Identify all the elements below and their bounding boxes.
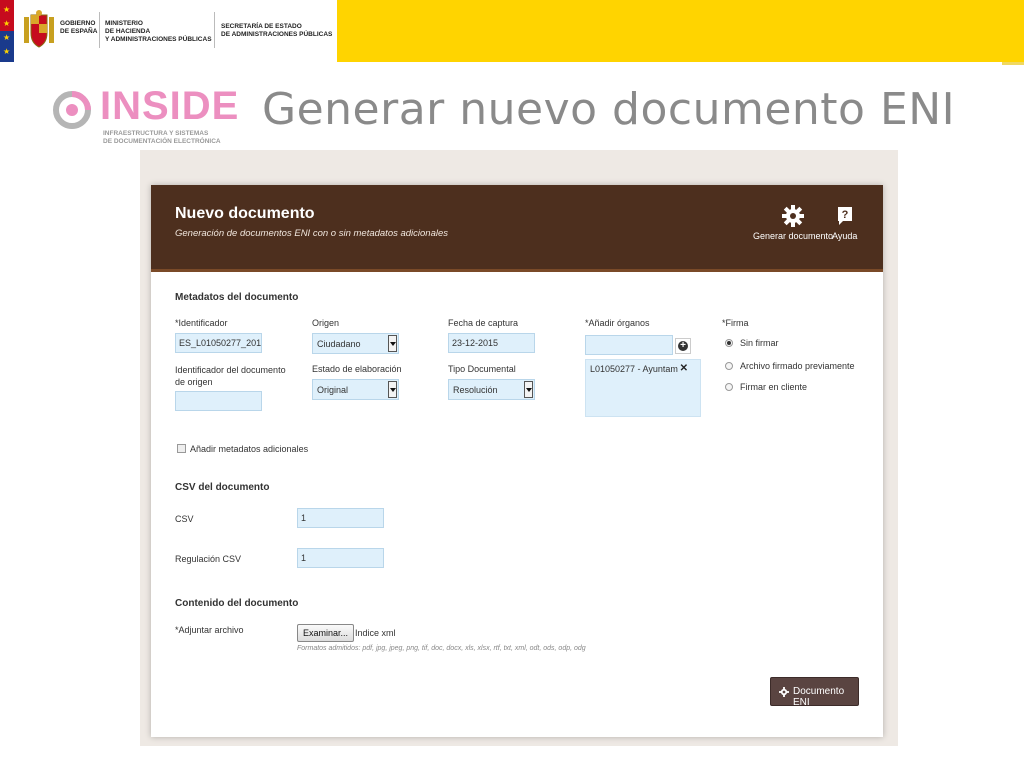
- csv-label: CSV: [175, 514, 194, 524]
- origin-document-id-input[interactable]: [175, 391, 262, 411]
- csv-input[interactable]: 1: [297, 508, 384, 528]
- gov-logo-block: ★ ★ ★ ★ GOBIERNO DE ESPAÑA MINISTERIO DE HA…: [0, 0, 337, 62]
- document-type-value: Resolución: [453, 385, 498, 395]
- radio-unsigned-label: Sin firmar: [740, 338, 779, 348]
- add-organs-label: *Añadir órganos: [585, 318, 650, 328]
- elaboration-state-label: Estado de elaboración: [312, 364, 402, 374]
- new-document-panel: Nuevo documento Generación de documentos…: [151, 185, 883, 737]
- panel-title: Nuevo documento: [175, 205, 315, 222]
- identifier-label: *Identificador: [175, 318, 228, 328]
- chevron-down-icon: [388, 381, 397, 398]
- generate-document-label: Generar documento: [753, 231, 834, 241]
- add-organ-button[interactable]: +: [675, 338, 691, 354]
- content-section-title: Contenido del documento: [175, 598, 299, 609]
- origin-document-id-label: Identificador del documento de origen: [175, 365, 286, 387]
- divider: [99, 12, 100, 48]
- chevron-down-icon: [524, 381, 533, 398]
- ministry-line1: MINISTERIO: [105, 20, 143, 27]
- help-icon: ?: [837, 207, 852, 225]
- help-label: Ayuda: [832, 231, 858, 241]
- radio-client-sign-label: Firmar en cliente: [740, 382, 808, 392]
- panel-header: Nuevo documento Generación de documentos…: [151, 185, 883, 272]
- gov-line2: DE ESPAÑA: [60, 28, 98, 35]
- divider: [214, 12, 215, 48]
- attach-file-label: *Adjuntar archivo: [175, 625, 244, 635]
- remove-organ-icon[interactable]: ✕: [680, 363, 688, 374]
- secretary-line2: DE ADMINISTRACIONES PÚBLICAS: [221, 31, 333, 38]
- csv-regulation-label: Regulación CSV: [175, 554, 242, 564]
- origin-label: Origen: [312, 318, 340, 328]
- generate-eni-label: Documento ENI: [793, 686, 845, 708]
- document-type-label: Tipo Documental: [448, 364, 516, 374]
- origin-value: Ciudadano: [317, 339, 361, 349]
- ministry-line3: Y ADMINISTRACIONES PÚBLICAS: [105, 36, 212, 43]
- inside-logo-icon: [53, 91, 91, 129]
- gear-icon: [779, 687, 789, 697]
- formats-hint: Formatos admitidos: pdf, jpg, jpeg, png,…: [297, 645, 586, 652]
- add-organs-input[interactable]: [585, 335, 673, 355]
- csv-section-title: CSV del documento: [175, 482, 270, 493]
- identifier-input[interactable]: ES_L01050277_2015_: [175, 333, 262, 353]
- gov-line1: GOBIERNO: [60, 20, 96, 27]
- csv-regulation-input[interactable]: 1: [297, 548, 384, 568]
- origin-select[interactable]: Ciudadano: [312, 333, 399, 354]
- selected-file-name: Indice xml: [355, 628, 396, 638]
- page-title: Generar nuevo documento ENI: [262, 84, 956, 135]
- capture-date-label: Fecha de captura: [448, 318, 519, 328]
- elaboration-state-value: Original: [317, 385, 349, 395]
- ministry-line2: DE HACIENDA: [105, 28, 151, 35]
- panel-subtitle: Generación de documentos ENI con o sin m…: [175, 228, 449, 239]
- signature-label: *Firma: [722, 318, 749, 328]
- radio-presigned[interactable]: [725, 362, 733, 370]
- coat-of-arms-icon: [24, 10, 54, 48]
- additional-metadata-label: Añadir metadatos adicionales: [190, 444, 309, 454]
- secretary-line1: SECRETARÍA DE ESTADO: [221, 23, 302, 30]
- svg-text:?: ?: [841, 209, 848, 221]
- metadata-section-title: Metadatos del documento: [175, 292, 299, 303]
- generate-document-button[interactable]: Generar documento: [753, 205, 833, 241]
- organ-chip: L01050277 - Ayuntam: [590, 364, 678, 374]
- chevron-down-icon: [388, 335, 397, 352]
- capture-date-input[interactable]: 23-12-2015: [448, 333, 535, 353]
- browse-button[interactable]: Examinar...: [297, 624, 355, 642]
- inside-logo-text: INSIDE: [100, 84, 240, 128]
- gear-icon: [782, 205, 805, 227]
- additional-metadata-checkbox[interactable]: [177, 444, 186, 453]
- generate-eni-button[interactable]: Documento ENI: [770, 677, 859, 708]
- radio-presigned-label: Archivo firmado previamente: [740, 361, 855, 371]
- radio-unsigned[interactable]: [725, 339, 733, 347]
- radio-client-sign[interactable]: [725, 383, 733, 391]
- organs-list: L01050277 - Ayuntam ✕: [585, 359, 701, 417]
- banner-accent: [1002, 62, 1024, 65]
- elaboration-state-select[interactable]: Original: [312, 379, 399, 400]
- document-type-select[interactable]: Resolución: [448, 379, 535, 400]
- plus-icon: +: [678, 341, 688, 351]
- eu-flag-strip: ★ ★ ★ ★: [0, 0, 14, 62]
- inside-logo-subtitle: INFRAESTRUCTURA Y SISTEMAS DE DOCUMENTAC…: [103, 130, 221, 145]
- help-button[interactable]: ? Ayuda: [832, 205, 857, 241]
